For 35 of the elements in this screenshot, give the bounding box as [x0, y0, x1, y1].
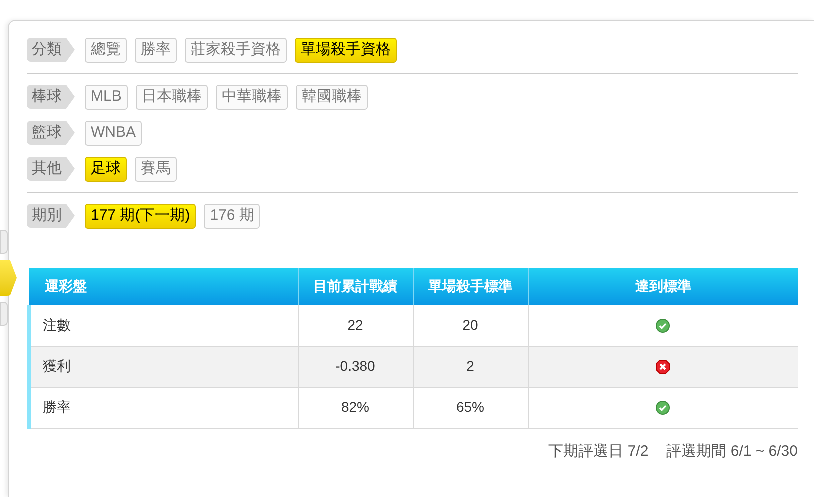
table-cell: 22: [298, 305, 413, 346]
column-header: 達到標準: [528, 268, 798, 305]
category-label: 期別: [27, 204, 75, 228]
filter-option[interactable]: 單場殺手資格: [295, 38, 397, 62]
filter-option[interactable]: 177 期(下一期): [85, 204, 196, 228]
filter-option[interactable]: MLB: [85, 84, 128, 110]
table-cell: 82%: [298, 387, 413, 428]
side-tab[interactable]: [0, 302, 8, 326]
filter-option[interactable]: 賽馬: [135, 156, 177, 182]
filter-option[interactable]: 176 期: [204, 204, 260, 228]
column-header: 運彩盤: [29, 268, 298, 305]
filter-option[interactable]: WNBA: [85, 120, 142, 146]
category-label: 分類: [27, 38, 75, 62]
filter-option[interactable]: 莊家殺手資格: [185, 38, 287, 62]
column-header: 目前累計戰績: [298, 268, 413, 305]
filter-option[interactable]: 總覽: [85, 38, 127, 62]
table-cell: 2: [413, 346, 528, 387]
table-cell: -0.380: [298, 346, 413, 387]
filter-option[interactable]: 勝率: [135, 38, 177, 62]
filter-option[interactable]: 中華職棒: [216, 84, 288, 110]
column-header: 單場殺手標準: [413, 268, 528, 305]
next-selection-date: 下期評選日 7/2: [548, 442, 649, 462]
filter-option[interactable]: 日本職棒: [136, 84, 208, 110]
selection-period: 評選期間 6/1 ~ 6/30: [666, 442, 798, 462]
table-cell: 20: [413, 305, 528, 346]
category-label: 棒球: [27, 85, 75, 109]
table-cell: 獲利: [29, 346, 298, 387]
filter-option[interactable]: 韓國職棒: [296, 84, 368, 110]
side-tab[interactable]: [0, 230, 8, 254]
table-cell: 注數: [29, 305, 298, 346]
category-label: 其他: [27, 157, 75, 181]
table-cell: 勝率: [29, 387, 298, 428]
table-cell: 65%: [413, 387, 528, 428]
filter-option[interactable]: 足球: [85, 156, 127, 182]
category-label: 籃球: [27, 121, 75, 145]
